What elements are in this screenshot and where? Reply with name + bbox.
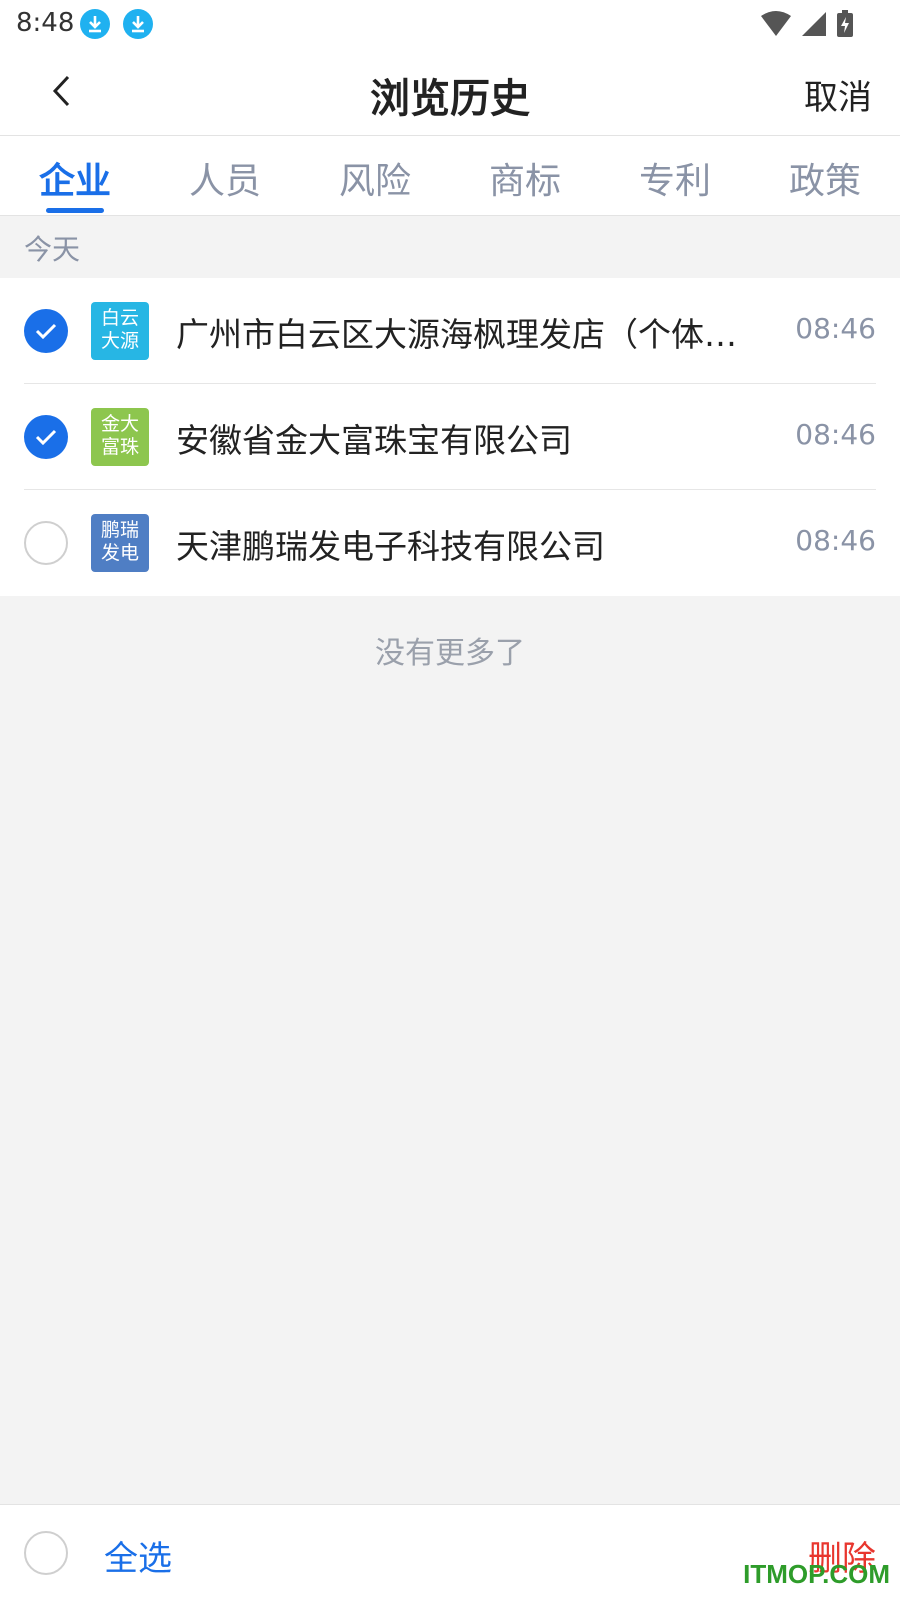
cancel-button[interactable]: 取消 xyxy=(804,70,872,119)
list-item[interactable]: 金大 富珠 安徽省金大富珠宝有限公司 08:46 xyxy=(0,384,900,490)
watermark: ITMOP.COM xyxy=(743,1559,890,1589)
company-name: 天津鹏瑞发电子科技有限公司 xyxy=(176,527,605,566)
section-label: 今天 xyxy=(24,233,81,266)
wifi-icon xyxy=(760,10,792,42)
item-checkbox[interactable] xyxy=(24,415,68,459)
battery-charging-icon xyxy=(836,10,854,42)
logo-text: 白云 xyxy=(100,307,139,329)
tab-patent[interactable]: 专利 xyxy=(620,152,730,204)
page-title: 浏览历史 xyxy=(370,76,530,122)
download-icon xyxy=(123,9,153,39)
select-all-checkbox[interactable] xyxy=(24,1531,68,1575)
tab-trademark[interactable]: 商标 xyxy=(470,152,580,204)
company-name: 广州市白云区大源海枫理发店（个体工商户） xyxy=(176,315,756,354)
tab-risk[interactable]: 风险 xyxy=(320,152,430,204)
logo-text: 金大 xyxy=(100,413,139,435)
nav-header: 浏览历史 取消 xyxy=(0,48,900,136)
select-all-button[interactable]: 全选 xyxy=(104,1531,172,1580)
tab-people[interactable]: 人员 xyxy=(170,152,280,204)
list-item[interactable]: 鹏瑞 发电 天津鹏瑞发电子科技有限公司 08:46 xyxy=(0,490,900,596)
signal-icon xyxy=(800,10,828,42)
logo-text: 富珠 xyxy=(100,436,139,458)
download-icon xyxy=(80,9,110,39)
tab-enterprise[interactable]: 企业 xyxy=(20,152,130,204)
list-item[interactable]: 白云 大源 广州市白云区大源海枫理发店（个体工商户） 08:46 xyxy=(0,278,900,384)
visit-time: 08:46 xyxy=(795,524,876,557)
category-tabs: 企业 人员 风险 商标 专利 政策 xyxy=(0,136,900,216)
company-logo: 白云 大源 xyxy=(91,302,149,360)
item-checkbox[interactable] xyxy=(24,309,68,353)
visit-time: 08:46 xyxy=(795,418,876,451)
company-logo: 金大 富珠 xyxy=(91,408,149,466)
logo-text: 发电 xyxy=(100,542,139,564)
section-header: 今天 xyxy=(0,216,900,278)
active-tab-indicator xyxy=(46,208,104,213)
check-icon xyxy=(35,323,57,339)
status-time: 8:48 xyxy=(16,8,75,38)
history-list: 白云 大源 广州市白云区大源海枫理发店（个体工商户） 08:46 金大 富珠 安… xyxy=(0,278,900,596)
bottom-action-bar: 全选 删除 ITMOP.COM xyxy=(0,1504,900,1600)
logo-text: 大源 xyxy=(100,330,139,352)
tab-policy[interactable]: 政策 xyxy=(770,152,880,204)
company-name: 安徽省金大富珠宝有限公司 xyxy=(176,421,572,460)
check-icon xyxy=(35,429,57,445)
item-checkbox[interactable] xyxy=(24,521,68,565)
visit-time: 08:46 xyxy=(795,312,876,345)
logo-text: 鹏瑞 xyxy=(100,519,139,541)
company-logo: 鹏瑞 发电 xyxy=(91,514,149,572)
status-bar: 8:48 xyxy=(0,0,900,48)
no-more-text: 没有更多了 xyxy=(375,636,525,671)
